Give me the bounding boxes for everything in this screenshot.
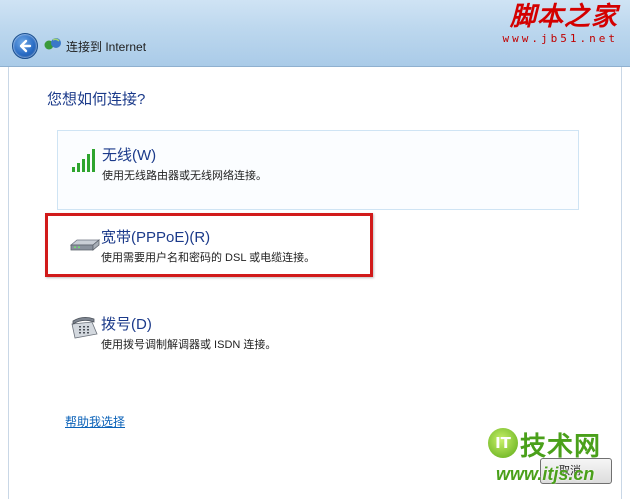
watermark-itjs: IT 技术网 www.itjs.cn [486, 424, 626, 499]
highlight-annotation [45, 213, 373, 277]
option-title: 无线(W) [102, 147, 157, 164]
option-dialup[interactable]: 拨号(D) 使用拨号调制解调器或 ISDN 连接。 [57, 300, 579, 380]
option-desc: 使用无线路由器或无线网络连接。 [102, 170, 267, 182]
option-wireless[interactable]: 无线(W) 使用无线路由器或无线网络连接。 [57, 130, 579, 210]
title-bar: 连接到 Internet 脚本之家 www.jb51.net [0, 0, 630, 67]
page-title: 您想如何连接? [47, 91, 146, 108]
back-arrow-icon [19, 39, 32, 53]
network-icon [44, 38, 61, 50]
window-title: 连接到 Internet [66, 40, 147, 54]
watermark-logo-text: 技术网 [520, 432, 602, 462]
back-button[interactable] [12, 33, 38, 59]
watermark-logo-url: www.itjs.cn [496, 464, 595, 484]
option-desc: 使用拨号调制解调器或 ISDN 连接。 [101, 339, 277, 351]
dialup-phone-icon [71, 317, 98, 339]
option-title: 拨号(D) [101, 316, 152, 333]
watermark-logo-icon: IT [488, 428, 518, 458]
watermark-jb51: 脚本之家 www.jb51.net [503, 2, 618, 45]
watermark-name: 脚本之家 [509, 2, 618, 32]
help-me-choose-link[interactable]: 帮助我选择 [65, 413, 125, 430]
wireless-signal-icon [72, 149, 95, 172]
watermark-url: www.jb51.net [502, 32, 618, 45]
